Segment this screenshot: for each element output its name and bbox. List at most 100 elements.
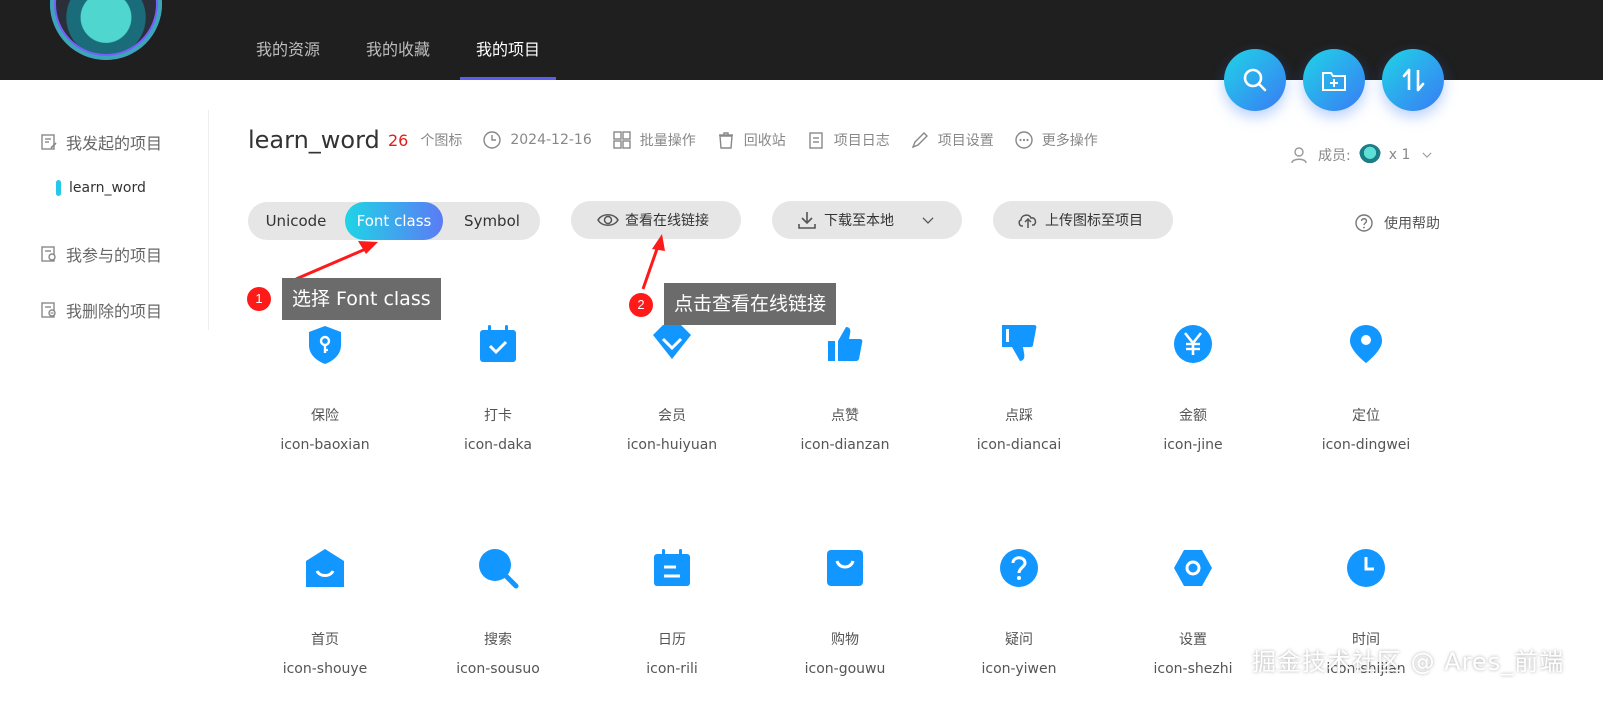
sidebar-item-label: 我发起的项目: [66, 134, 163, 153]
thumbs-up-icon: [824, 323, 866, 365]
icon-card[interactable]: 定位 icon-dingwei: [1286, 323, 1446, 453]
icon-name: 设置: [1179, 632, 1207, 648]
icon-card[interactable]: 保险 icon-baoxian: [245, 323, 405, 453]
view-online-link-button[interactable]: 查看在线链接: [571, 201, 741, 239]
user-avatar[interactable]: [50, 0, 162, 60]
chevron-down-icon: [1422, 152, 1432, 158]
members-label: 成员:: [1318, 148, 1351, 164]
members-count: x 1: [1388, 147, 1411, 163]
project-log-button[interactable]: 项目日志: [806, 130, 890, 150]
sidebar-project-label: learn_word: [69, 180, 146, 196]
icon-name: 定位: [1352, 408, 1380, 424]
diamond-icon: [651, 323, 693, 365]
location-pin-icon: [1345, 323, 1387, 365]
icon-card[interactable]: 搜索 icon-sousuo: [418, 547, 578, 677]
recycle-bin-button[interactable]: 回收站: [716, 130, 786, 150]
project-settings-label: 项目设置: [937, 133, 994, 149]
yen-icon: [1172, 323, 1214, 365]
icon-count: 26: [388, 130, 409, 150]
add-folder-icon: [1322, 72, 1346, 91]
calendar-icon: [651, 547, 693, 589]
sidebar-item-label: 我删除的项目: [66, 302, 163, 321]
top-nav: 我的资源 我的收藏 我的项目: [240, 0, 570, 80]
icon-card[interactable]: 点踩 icon-diancai: [939, 323, 1099, 453]
icon-card[interactable]: 设置 icon-shezhi: [1113, 547, 1273, 677]
recycle-bin-label: 回收站: [743, 133, 786, 149]
icon-name: 首页: [311, 632, 339, 648]
download-local-label: 下载至本地: [824, 213, 894, 229]
icon-name: 点赞: [831, 408, 859, 424]
more-actions-button[interactable]: 更多操作: [1014, 130, 1098, 150]
annotation-arrow-1: [295, 246, 369, 281]
add-folder-button[interactable]: [1303, 49, 1365, 111]
batch-operation-label: 批量操作: [639, 133, 696, 149]
sidebar-item-started[interactable]: 我发起的项目: [40, 130, 162, 154]
icon-name: 日历: [658, 632, 686, 648]
clock-icon: [483, 131, 502, 149]
icon-count-unit: 个图标: [420, 133, 463, 149]
search-icon: [477, 547, 519, 589]
project-date-text: 2024-12-16: [510, 132, 592, 148]
annotation-badge-2: 2: [629, 293, 653, 317]
download-icon: [798, 212, 816, 229]
icon-code: icon-dingwei: [1321, 437, 1411, 453]
icon-card[interactable]: 会员 icon-huiyuan: [592, 323, 752, 453]
icon-name: 金额: [1179, 408, 1207, 424]
sidebar-item-joined[interactable]: 我参与的项目: [40, 242, 162, 266]
icon-code: icon-baoxian: [280, 437, 370, 453]
tab-unicode[interactable]: Unicode: [248, 202, 344, 240]
search-button[interactable]: [1224, 49, 1286, 111]
help-link[interactable]: 使用帮助: [1354, 213, 1440, 233]
shield-icon: [304, 323, 346, 365]
download-local-button[interactable]: 下载至本地: [772, 201, 962, 239]
sidebar-item-deleted[interactable]: 我删除的项目: [40, 298, 162, 322]
nav-my-resources[interactable]: 我的资源: [240, 0, 336, 80]
project-date: 2024-12-16: [482, 130, 592, 150]
project-settings-button[interactable]: 项目设置: [910, 130, 994, 150]
document-delete-icon: [41, 302, 56, 318]
annotation-badge-1: 1: [247, 287, 271, 311]
icon-card[interactable]: 购物 icon-gouwu: [765, 547, 925, 677]
sidebar: 我发起的项目 learn_word 我参与的项目 我删除的项目: [0, 110, 209, 330]
document-search-icon: [41, 246, 56, 262]
icon-card[interactable]: 点赞 icon-dianzan: [765, 323, 925, 453]
cloud-upload-icon: [1018, 214, 1037, 228]
batch-operation-button[interactable]: 批量操作: [612, 130, 696, 150]
more-actions-label: 更多操作: [1041, 133, 1098, 149]
icon-name: 购物: [831, 632, 859, 648]
icon-card[interactable]: 日历 icon-rili: [592, 547, 752, 677]
upload-to-project-button[interactable]: 上传图标至项目: [993, 201, 1173, 239]
icon-card[interactable]: 首页 icon-shouye: [245, 547, 405, 677]
code-type-segmented-control: Unicode Font class Symbol: [248, 202, 540, 240]
icon-count-label: 个图标: [420, 130, 462, 150]
sidebar-item-label: 我参与的项目: [66, 246, 163, 265]
sidebar-project-learn-word[interactable]: learn_word: [56, 180, 146, 196]
tab-symbol[interactable]: Symbol: [444, 202, 540, 240]
member-avatar: [1358, 144, 1381, 166]
icon-name: 疑问: [1005, 632, 1033, 648]
chevron-down-icon[interactable]: [920, 212, 936, 228]
icon-code: icon-shezhi: [1153, 661, 1233, 677]
calendar-check-icon: [477, 323, 519, 365]
edit-document-icon: [41, 134, 57, 150]
sort-icon: [1402, 68, 1425, 92]
icon-code: icon-huiyuan: [626, 437, 718, 453]
tab-font-class[interactable]: Font class: [345, 202, 443, 240]
icon-card[interactable]: 金额 icon-jine: [1113, 323, 1273, 453]
shopping-bag-icon: [824, 547, 866, 589]
icon-code: icon-diancai: [976, 437, 1062, 453]
annotation-label-2: 点击查看在线链接: [664, 283, 837, 325]
annotation-arrowhead-1: [358, 241, 378, 254]
search-icon: [1243, 68, 1267, 92]
thumbs-down-icon: [998, 323, 1040, 365]
project-meta-row: 26 个图标 2024-12-16 批量操作 回收站 项目日志 项目设置 更多操…: [388, 130, 1118, 150]
sort-button[interactable]: [1382, 49, 1444, 111]
icon-card[interactable]: 疑问 icon-yiwen: [939, 547, 1099, 677]
user-icon: [1291, 147, 1307, 164]
members-indicator[interactable]: 成员: x 1: [1290, 144, 1434, 166]
more-icon: [1015, 131, 1033, 149]
nav-my-projects[interactable]: 我的项目: [460, 0, 557, 80]
annotation-arrow-2: [641, 245, 660, 290]
icon-card[interactable]: 打卡 icon-daka: [418, 323, 578, 453]
nav-my-favorites[interactable]: 我的收藏: [350, 0, 446, 80]
